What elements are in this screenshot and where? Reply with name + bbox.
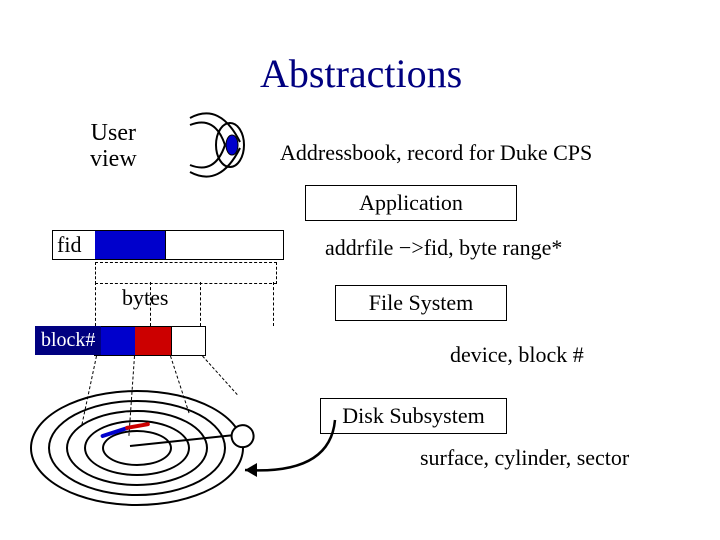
fid-segment-selected bbox=[95, 231, 166, 259]
block-bar bbox=[94, 326, 206, 356]
dashed-line bbox=[95, 282, 96, 326]
eye-icon bbox=[185, 110, 265, 180]
bytes-bar bbox=[95, 262, 277, 284]
block-segment-red bbox=[135, 327, 172, 355]
disk-subsystem-box: Disk Subsystem bbox=[320, 398, 507, 434]
block-label: block# bbox=[35, 326, 101, 355]
record-caption: Addressbook, record for Duke CPS bbox=[280, 140, 592, 166]
dashed-line bbox=[200, 282, 201, 326]
dashed-line bbox=[150, 282, 151, 326]
fid-mapping-caption: addrfile −>fid, byte range* bbox=[325, 235, 562, 261]
device-caption: device, block # bbox=[450, 342, 584, 368]
dashed-line bbox=[273, 282, 274, 326]
slide-title: Abstractions bbox=[260, 50, 462, 97]
disk-platter-icon bbox=[30, 390, 240, 505]
surface-caption: surface, cylinder, sector bbox=[420, 445, 629, 471]
file-system-box: File System bbox=[335, 285, 507, 321]
arrow-disk-to-platter bbox=[235, 405, 345, 485]
fid-bar bbox=[52, 230, 284, 260]
fid-label: fid bbox=[57, 232, 81, 258]
application-box: Application bbox=[305, 185, 517, 221]
user-view-label: User view bbox=[90, 120, 137, 173]
bytes-label: bytes bbox=[122, 285, 168, 311]
